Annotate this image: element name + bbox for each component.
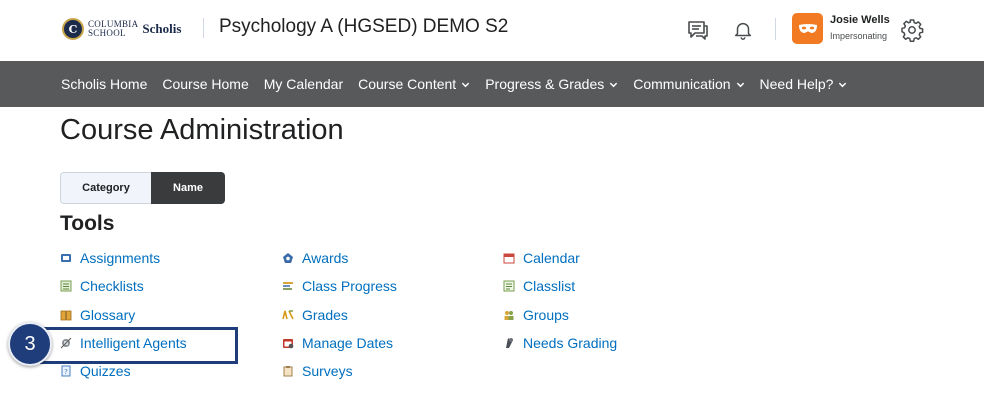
tool-link-class-progress[interactable]: Class Progress xyxy=(282,278,397,294)
tool-link-calendar[interactable]: Calendar xyxy=(503,250,580,266)
user-status: Impersonating xyxy=(830,31,888,41)
bell-icon[interactable] xyxy=(730,17,756,43)
needs-grading-icon xyxy=(506,338,513,348)
nav-item-label: Progress & Grades xyxy=(485,76,605,92)
svg-text:?: ? xyxy=(64,368,68,376)
tool-link-checklists[interactable]: Checklists xyxy=(60,278,144,294)
quiz-icon: ? xyxy=(61,365,71,377)
view-by-category-button[interactable]: Category xyxy=(60,172,151,204)
tool-label: Groups xyxy=(523,307,569,323)
nav-item-label: Scholis Home xyxy=(61,76,148,92)
tool-label: Classlist xyxy=(523,278,576,294)
tool-label: Grades xyxy=(302,307,348,323)
tool-link-groups[interactable]: Groups xyxy=(503,307,569,323)
tool-link-classlist[interactable]: Classlist xyxy=(503,278,575,294)
progress-icon xyxy=(283,282,293,290)
course-navbar: Scholis Home Course Home My Calendar Course… xyxy=(0,61,984,107)
logo-brand: Scholis xyxy=(142,21,182,36)
user-name[interactable]: Josie Wells xyxy=(830,14,890,26)
tool-label: Calendar xyxy=(523,250,580,266)
nav-item-label: Course Home xyxy=(162,76,249,92)
chevron-down-icon xyxy=(610,82,618,87)
tool-label: Awards xyxy=(302,250,349,266)
header-divider xyxy=(203,18,204,38)
assignments-icon xyxy=(61,254,71,262)
chevron-down-icon xyxy=(839,82,847,87)
impersonation-mask-icon[interactable] xyxy=(792,13,823,44)
tool-label: Class Progress xyxy=(302,278,397,294)
nav-item-my-calendar[interactable]: My Calendar xyxy=(264,76,343,92)
view-toggle: Category Name xyxy=(60,172,225,204)
nav-item-course-home[interactable]: Course Home xyxy=(162,76,248,92)
award-icon xyxy=(283,253,293,263)
tool-label: Glossary xyxy=(80,307,136,323)
header: C COLUMBIA SCHOOL Scholis Psychology A (… xyxy=(0,0,984,61)
checklist-icon xyxy=(60,280,72,292)
message-alerts-icon[interactable] xyxy=(685,17,711,43)
step-highlight-box xyxy=(40,327,238,364)
tool-link-manage-dates[interactable]: Manage Dates xyxy=(282,335,393,351)
step-number-badge: 3 xyxy=(8,322,52,366)
page-title: Course Administration xyxy=(60,114,344,146)
tool-label: Checklists xyxy=(80,278,144,294)
tool-label: Assignments xyxy=(80,250,161,266)
nav-item-progress-grades[interactable]: Progress & Grades xyxy=(485,76,618,92)
logo-wordmark: COLUMBIA SCHOOL xyxy=(88,20,138,38)
tool-link-surveys[interactable]: Surveys xyxy=(282,363,353,379)
tool-link-needs-grading[interactable]: Needs Grading xyxy=(503,335,617,351)
logo-line2: SCHOOL xyxy=(88,28,126,38)
course-title[interactable]: Psychology A (HGSED) DEMO S2 xyxy=(219,16,508,38)
manage-dates-icon xyxy=(283,339,294,349)
gear-icon[interactable] xyxy=(899,17,925,43)
tools-section-title: Tools xyxy=(60,212,115,235)
header-divider xyxy=(775,18,776,40)
nav-item-scholis-home[interactable]: Scholis Home xyxy=(61,76,147,92)
view-by-name-button[interactable]: Name xyxy=(151,172,225,204)
classlist-icon xyxy=(503,280,515,292)
clipboard-icon xyxy=(283,366,293,377)
chevron-down-icon xyxy=(462,82,470,87)
nav-item-label: Communication xyxy=(633,76,731,92)
nav-item-label: Course Content xyxy=(358,76,457,92)
tool-label: Needs Grading xyxy=(523,335,618,351)
chevron-down-icon xyxy=(736,82,744,87)
tool-link-grades[interactable]: Grades xyxy=(282,307,348,323)
tool-link-quizzes[interactable]: ? Quizzes xyxy=(60,363,131,379)
school-seal-icon: C xyxy=(62,18,84,40)
tool-link-assignments[interactable]: Assignments xyxy=(60,250,160,266)
nav-item-label: My Calendar xyxy=(263,76,344,92)
tool-label: Quizzes xyxy=(80,363,131,379)
groups-icon xyxy=(504,311,514,320)
tool-link-awards[interactable]: Awards xyxy=(282,250,348,266)
calendar-icon xyxy=(503,253,515,264)
nav-item-course-content[interactable]: Course Content xyxy=(358,76,470,92)
grades-icon xyxy=(282,310,294,320)
tool-label: Surveys xyxy=(302,363,353,379)
tool-link-glossary[interactable]: Glossary xyxy=(60,307,135,323)
book-icon xyxy=(60,310,72,321)
nav-item-communication[interactable]: Communication xyxy=(633,76,744,92)
tool-label: Manage Dates xyxy=(302,335,394,351)
school-logo[interactable]: C COLUMBIA SCHOOL Scholis xyxy=(62,15,181,43)
nav-item-label: Need Help? xyxy=(759,76,834,92)
nav-item-need-help[interactable]: Need Help? xyxy=(760,76,848,92)
